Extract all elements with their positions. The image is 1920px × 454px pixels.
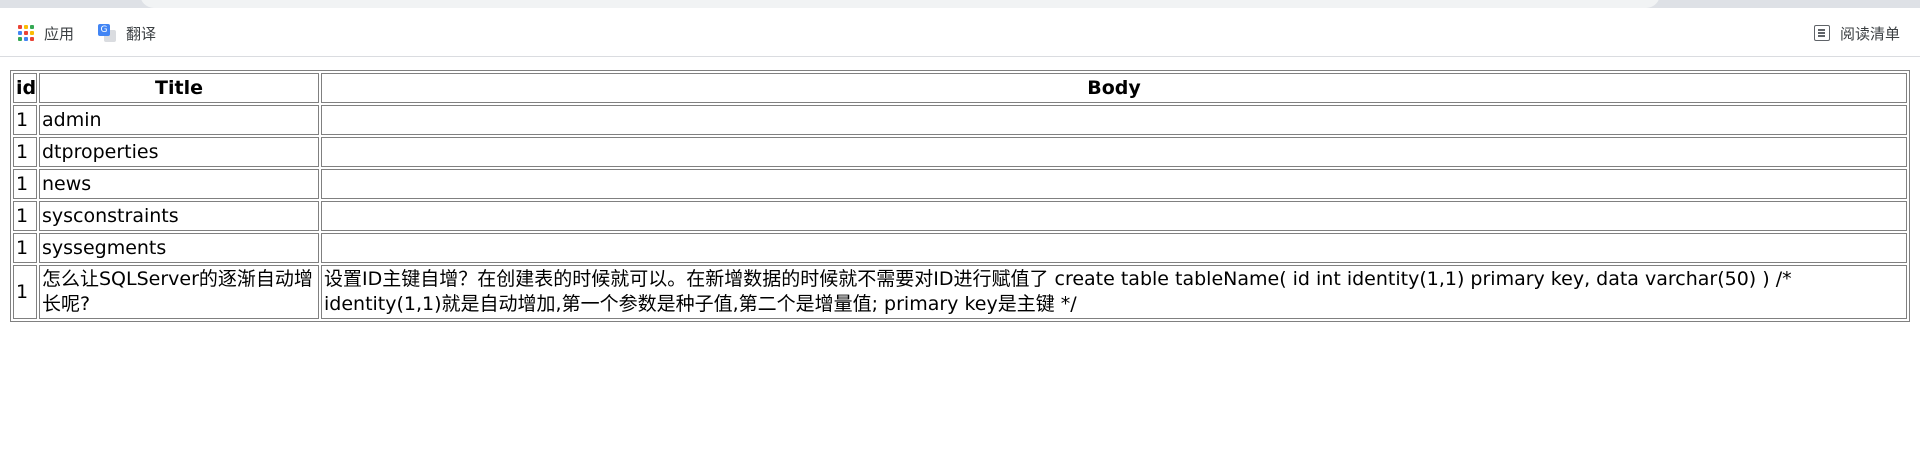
table-row: 1 怎么让SQLServer的逐渐自动增长呢? 设置ID主键自增？在创建表的时候就可… [13, 265, 1907, 319]
browser-address-area [0, 0, 1920, 8]
bookmark-apps[interactable]: 应用 [18, 22, 74, 44]
table-row: 1 syssegments [13, 233, 1907, 263]
page-content: id Title Body 1 admin 1 dtproperties 1 news 1 s… [10, 70, 1910, 322]
cell-title: syssegments [39, 233, 319, 263]
table-row: 1 sysconstraints [13, 201, 1907, 231]
cell-title: dtproperties [39, 137, 319, 167]
column-header-body: Body [321, 73, 1907, 103]
reading-list-icon [1813, 25, 1830, 41]
cell-title: news [39, 169, 319, 199]
table-body: 1 admin 1 dtproperties 1 news 1 sysconstraints 1… [13, 105, 1907, 319]
table-row: 1 news [13, 169, 1907, 199]
cell-body [321, 169, 1907, 199]
table-row: 1 admin [13, 105, 1907, 135]
cell-body [321, 105, 1907, 135]
translate-icon: G [98, 24, 116, 42]
cell-body [321, 201, 1907, 231]
bookmark-apps-label: 应用 [44, 25, 75, 43]
reading-list-label: 阅读清单 [1839, 25, 1900, 43]
cell-title: sysconstraints [39, 201, 319, 231]
column-header-title: Title [39, 73, 319, 103]
bookmark-translate-label: 翻译 [126, 25, 157, 43]
column-header-id: id [13, 73, 37, 103]
cell-id: 1 [13, 105, 37, 135]
cell-id: 1 [13, 201, 37, 231]
bookmarks-bar: 应用 G 翻译 阅读清单 [0, 8, 1920, 57]
cell-id: 1 [13, 137, 37, 167]
cell-body [321, 233, 1907, 263]
cell-id: 1 [13, 233, 37, 263]
cell-title: 怎么让SQLServer的逐渐自动增长呢? [39, 265, 319, 319]
cell-body: 设置ID主键自增？在创建表的时候就可以。在新增数据的时候就不需要对ID进行赋值了… [321, 265, 1907, 319]
table-header-row: id Title Body [13, 73, 1907, 103]
cell-title: admin [39, 105, 319, 135]
reading-list-button[interactable]: 阅读清单 [1813, 22, 1900, 44]
cell-body [321, 137, 1907, 167]
cell-id: 1 [13, 265, 37, 319]
address-bar[interactable] [140, 0, 1660, 8]
cell-id: 1 [13, 169, 37, 199]
results-table: id Title Body 1 admin 1 dtproperties 1 news 1 s… [10, 70, 1910, 322]
bookmark-translate[interactable]: G 翻译 [98, 22, 156, 44]
apps-grid-icon [18, 25, 34, 41]
table-row: 1 dtproperties [13, 137, 1907, 167]
